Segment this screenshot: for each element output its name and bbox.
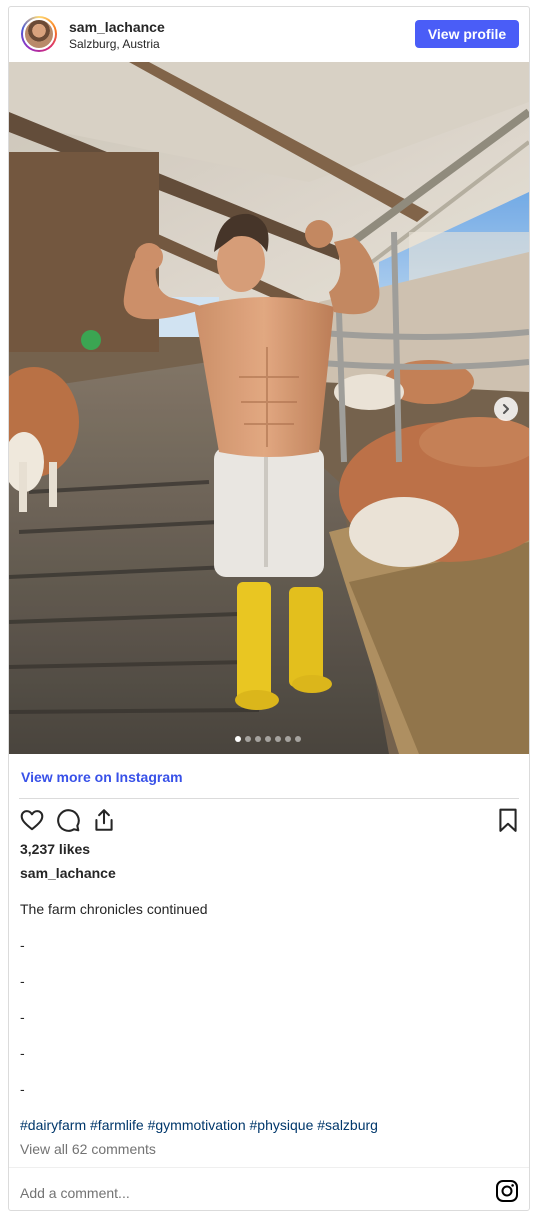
caption-line: - [20, 937, 25, 953]
instagram-embed-card: sam_lachance Salzburg, Austria View prof… [8, 6, 530, 1211]
carousel-dot [255, 736, 261, 742]
view-all-comments-link[interactable]: View all 62 comments [20, 1141, 156, 1157]
caption-hashtags[interactable]: #dairyfarm #farmlife #gymmotivation #phy… [20, 1117, 378, 1133]
action-bar [9, 807, 529, 837]
comment-icon[interactable] [55, 807, 81, 833]
divider [9, 1167, 529, 1168]
carousel-dot [295, 736, 301, 742]
chevron-right-icon [500, 403, 512, 415]
caption-line: - [20, 1081, 25, 1097]
comment-input[interactable] [20, 1184, 480, 1202]
heart-icon[interactable] [19, 807, 45, 833]
view-profile-button[interactable]: View profile [415, 20, 519, 48]
carousel-dot [245, 736, 251, 742]
caption-line: - [20, 1045, 25, 1061]
caption-username[interactable]: sam_lachance [20, 865, 116, 881]
carousel-dot [275, 736, 281, 742]
caption-line: - [20, 1009, 25, 1025]
header-location[interactable]: Salzburg, Austria [69, 37, 160, 51]
barn-photo [9, 62, 529, 754]
post-image[interactable] [9, 62, 529, 754]
divider [19, 798, 519, 799]
carousel-dot [265, 736, 271, 742]
carousel-indicator [235, 736, 301, 742]
header-username[interactable]: sam_lachance [69, 19, 165, 35]
caption-line: - [20, 973, 25, 989]
like-count[interactable]: 3,237 likes [20, 841, 90, 857]
share-icon[interactable] [91, 807, 117, 833]
bookmark-icon[interactable] [495, 807, 521, 833]
caption-line: The farm chronicles continued [20, 901, 208, 917]
instagram-icon[interactable] [495, 1179, 519, 1203]
carousel-dot [285, 736, 291, 742]
avatar[interactable] [21, 16, 57, 52]
post-header: sam_lachance Salzburg, Austria View prof… [9, 7, 529, 62]
carousel-next-button[interactable] [494, 397, 518, 421]
carousel-dot [235, 736, 241, 742]
view-more-link[interactable]: View more on Instagram [21, 769, 183, 785]
